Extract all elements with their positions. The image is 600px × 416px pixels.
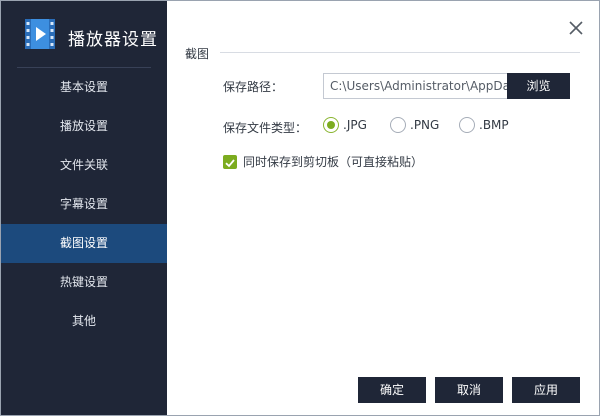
sidebar-item-basic[interactable]: 基本设置 bbox=[1, 68, 167, 107]
sidebar-item-file-association[interactable]: 文件关联 bbox=[1, 146, 167, 185]
sidebar-nav: 基本设置 播放设置 文件关联 字幕设置 截图设置 热键设置 其他 bbox=[1, 68, 167, 341]
clipboard-checkbox-label: 同时保存到剪切板（可直接粘贴） bbox=[243, 155, 424, 169]
save-path-label: 保存路径： bbox=[223, 80, 284, 94]
browse-button[interactable]: 浏览 bbox=[507, 73, 570, 99]
save-path-input[interactable]: C:\Users\Administrator\AppData bbox=[323, 73, 519, 99]
checkmark-icon bbox=[225, 159, 235, 168]
sidebar-item-other[interactable]: 其他 bbox=[1, 302, 167, 341]
clipboard-checkbox-box bbox=[223, 155, 237, 169]
section-title: 截图 bbox=[185, 47, 210, 61]
cancel-button[interactable]: 取消 bbox=[435, 377, 503, 403]
radio-jpg-indicator bbox=[323, 117, 339, 133]
apply-button[interactable]: 应用 bbox=[512, 377, 580, 403]
close-icon[interactable] bbox=[566, 18, 586, 38]
sidebar-item-playback[interactable]: 播放设置 bbox=[1, 107, 167, 146]
settings-window: 播放器设置 基本设置 播放设置 文件关联 字幕设置 截图设置 热键设置 其他 截… bbox=[0, 0, 600, 416]
radio-bmp-label: .BMP bbox=[479, 118, 509, 132]
radio-png-indicator bbox=[390, 117, 406, 133]
sidebar-item-subtitle[interactable]: 字幕设置 bbox=[1, 185, 167, 224]
radio-bmp-indicator bbox=[459, 117, 475, 133]
ok-button[interactable]: 确定 bbox=[358, 377, 426, 403]
video-player-logo-icon bbox=[25, 19, 55, 49]
brand-header: 播放器设置 bbox=[1, 1, 167, 67]
sidebar-item-screenshot[interactable]: 截图设置 bbox=[1, 224, 167, 263]
radio-jpg-label: .JPG bbox=[343, 118, 367, 132]
section-divider bbox=[220, 52, 580, 53]
app-title: 播放器设置 bbox=[68, 30, 158, 50]
sidebar: 播放器设置 基本设置 播放设置 文件关联 字幕设置 截图设置 热键设置 其他 bbox=[1, 1, 167, 415]
file-type-label: 保存文件类型： bbox=[223, 121, 308, 135]
radio-png-label: .PNG bbox=[410, 118, 440, 132]
sidebar-item-hotkeys[interactable]: 热键设置 bbox=[1, 263, 167, 302]
settings-content: 截图 保存路径： C:\Users\Administrator\AppData … bbox=[167, 1, 599, 415]
